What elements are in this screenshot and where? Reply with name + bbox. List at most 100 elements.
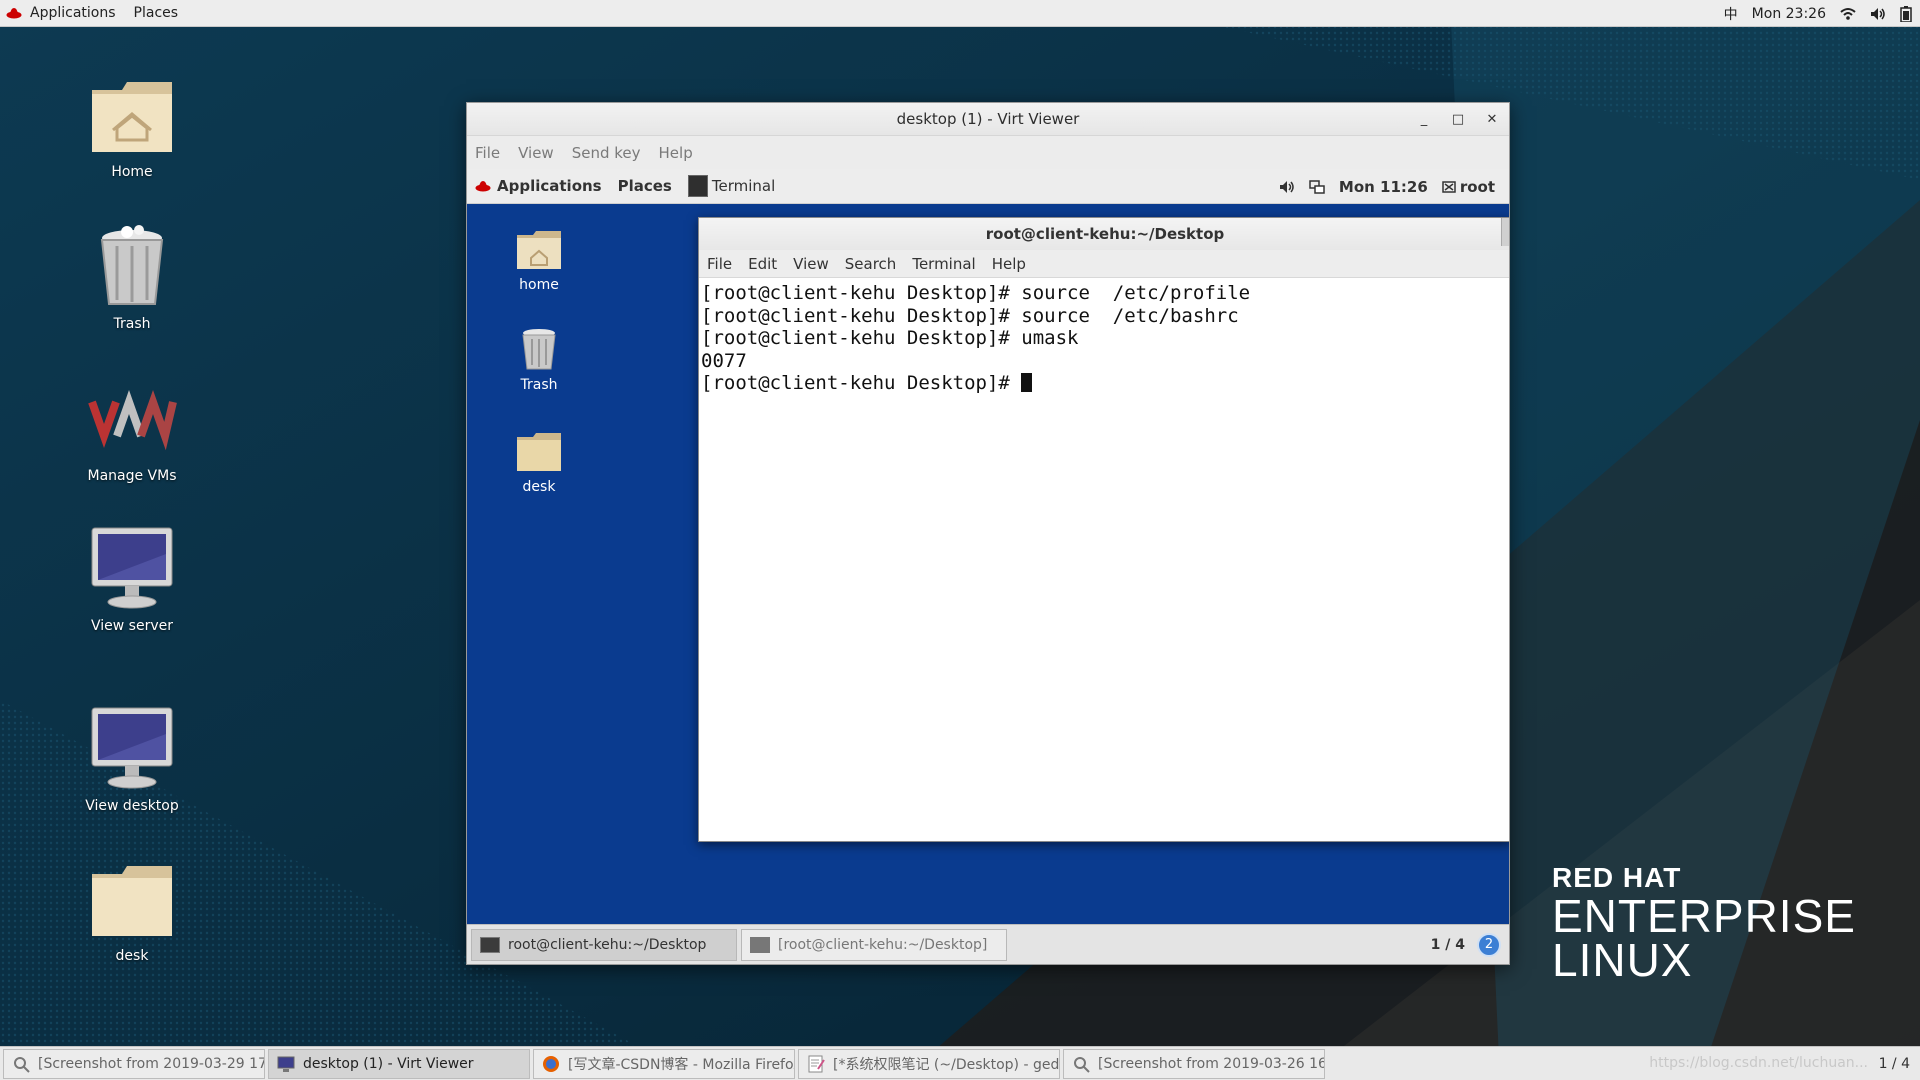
monitor-icon xyxy=(91,527,173,609)
desktop-icon-view-server[interactable]: View server xyxy=(67,524,197,634)
places-menu[interactable]: Places xyxy=(128,0,191,27)
notification-badge[interactable]: 2 xyxy=(1477,932,1501,957)
desktop-icon-label: View server xyxy=(91,618,173,634)
task-label: [*系统权限笔记 (~/Desktop) - gedit] xyxy=(833,1056,1060,1073)
guest-top-panel: Applications Places Terminal Mon 11:26 r… xyxy=(467,169,1509,204)
home-folder-icon xyxy=(92,82,172,152)
redhat-icon xyxy=(475,181,491,192)
task-virt-viewer[interactable]: desktop (1) - Virt Viewer xyxy=(268,1048,530,1079)
task-screenshot-2[interactable]: [Screenshot from 2019-03-26 16-... xyxy=(1063,1048,1325,1079)
terminal-menu-search[interactable]: Search xyxy=(845,255,897,273)
terminal-menu-file[interactable]: File xyxy=(707,255,732,273)
applications-menu[interactable]: Applications xyxy=(0,0,128,27)
trash-icon xyxy=(100,225,164,305)
guest-task-label: root@client-kehu:~/Desktop xyxy=(508,936,707,953)
terminal-titlebar[interactable]: root@client-kehu:~/Desktop xyxy=(699,218,1509,250)
desktop-icon-desk[interactable]: desk xyxy=(67,854,197,964)
guest-workspace-pager[interactable]: 1 / 4 xyxy=(1431,937,1465,953)
guest-screen[interactable]: Applications Places Terminal Mon 11:26 r… xyxy=(467,169,1509,964)
guest-task-terminal[interactable]: [root@client-kehu:~/Desktop] xyxy=(741,928,1007,961)
guest-icon-trash[interactable]: Trash xyxy=(489,325,589,393)
terminal-menu-view[interactable]: View xyxy=(793,255,829,273)
terminal-prompt-line[interactable]: [root@client-kehu Desktop]# xyxy=(701,372,1509,395)
home-folder-icon xyxy=(517,231,561,269)
brand-line-3: LINUX xyxy=(1552,934,1693,986)
terminal-icon xyxy=(750,936,770,953)
guest-user-menu[interactable]: root xyxy=(1442,178,1495,196)
guest-clock[interactable]: Mon 11:26 xyxy=(1339,178,1428,196)
guest-places-label: Places xyxy=(617,177,672,195)
guest-terminal-label: Terminal xyxy=(711,177,776,195)
monitor-icon xyxy=(91,707,173,789)
volume-icon[interactable] xyxy=(1279,180,1295,194)
terminal-line: [root@client-kehu Desktop]# source /etc/… xyxy=(701,304,1239,327)
task-screenshot-1[interactable]: [Screenshot from 2019-03-29 17-... xyxy=(3,1048,265,1079)
watermark-text: https://blog.csdn.net/luchuan... xyxy=(1649,1055,1868,1071)
menu-file[interactable]: File xyxy=(475,144,500,162)
window-title: desktop (1) - Virt Viewer xyxy=(896,110,1080,128)
guest-taskbar: root@client-kehu:~/Desktop [root@client-… xyxy=(467,924,1509,964)
guest-places-menu[interactable]: Places xyxy=(610,169,680,204)
battery-icon[interactable] xyxy=(1900,5,1912,22)
volume-icon[interactable] xyxy=(1870,7,1886,21)
guest-task-label: [root@client-kehu:~/Desktop] xyxy=(778,936,988,953)
top-clock[interactable]: Mon 23:26 xyxy=(1752,6,1826,22)
virt-viewer-window[interactable]: desktop (1) - Virt Viewer _ □ ✕ File Vie… xyxy=(466,102,1510,965)
task-label: desktop (1) - Virt Viewer xyxy=(303,1055,474,1072)
terminal-line: [root@client-kehu Desktop]# umask xyxy=(701,327,1079,349)
terminal-icon xyxy=(687,175,708,197)
virt-viewer-menubar: File View Send key Help xyxy=(467,136,1509,169)
monitor-icon xyxy=(277,1056,295,1072)
scrollbar[interactable] xyxy=(1501,218,1509,246)
close-icon[interactable]: ✕ xyxy=(1485,112,1499,127)
task-gedit[interactable]: [*系统权限笔记 (~/Desktop) - gedit] xyxy=(798,1048,1060,1079)
desktop-icon-label: View desktop xyxy=(85,798,179,814)
virt-viewer-titlebar[interactable]: desktop (1) - Virt Viewer _ □ ✕ xyxy=(467,103,1509,136)
menu-view[interactable]: View xyxy=(518,144,554,162)
terminal-menu-terminal[interactable]: Terminal xyxy=(912,255,975,273)
terminal-window[interactable]: root@client-kehu:~/Desktop File Edit Vie… xyxy=(698,217,1509,842)
menu-send-key[interactable]: Send key xyxy=(572,144,641,162)
guest-terminal-launcher[interactable]: Terminal xyxy=(680,169,783,204)
desktop-icon-view-desktop[interactable]: View desktop xyxy=(67,704,197,814)
screenshot-icon xyxy=(1074,1056,1090,1073)
desktop-icon-label: desk xyxy=(115,948,149,964)
input-method-indicator[interactable]: 中 xyxy=(1724,4,1738,24)
trash-icon xyxy=(522,329,556,370)
task-label: [写文章-CSDN博客 - Mozilla Firefox] xyxy=(568,1056,795,1073)
terminal-output[interactable]: [root@client-kehu Desktop]# source /etc/… xyxy=(699,278,1509,399)
desktop-icon-trash[interactable]: Trash xyxy=(67,222,197,332)
wifi-icon[interactable] xyxy=(1840,7,1856,21)
terminal-icon xyxy=(480,936,500,953)
text-editor-icon xyxy=(808,1055,825,1072)
guest-icon-label: Trash xyxy=(520,377,558,393)
desktop-icon-label: Trash xyxy=(113,316,151,332)
brand-line-2: ENTERPRISE xyxy=(1552,890,1856,942)
desktop-icon-label: Home xyxy=(111,164,153,180)
terminal-title: root@client-kehu:~/Desktop xyxy=(985,225,1225,243)
guest-applications-menu[interactable]: Applications xyxy=(467,169,610,204)
guest-task-terminal-active[interactable]: root@client-kehu:~/Desktop xyxy=(471,928,737,961)
menu-help[interactable]: Help xyxy=(659,144,693,162)
folder-icon xyxy=(517,433,561,471)
redhat-brand-logo: RED HAT ENTERPRISE LINUX xyxy=(1552,862,1856,986)
minimize-icon[interactable]: _ xyxy=(1417,112,1431,127)
guest-icon-label: desk xyxy=(522,479,556,495)
desktop-icon-home[interactable]: Home xyxy=(67,70,197,180)
terminal-menu-edit[interactable]: Edit xyxy=(748,255,777,273)
terminal-menu-help[interactable]: Help xyxy=(992,255,1026,273)
guest-icon-home[interactable]: home xyxy=(489,225,589,293)
task-firefox[interactable]: [写文章-CSDN博客 - Mozilla Firefox] xyxy=(533,1048,795,1079)
firefox-icon xyxy=(543,1055,559,1072)
workspace-pager[interactable]: 1 / 4 xyxy=(1879,1056,1910,1072)
desktop-icon-manage-vms[interactable]: Manage VMs xyxy=(67,374,197,484)
network-icon[interactable] xyxy=(1309,179,1325,194)
maximize-icon[interactable]: □ xyxy=(1451,112,1465,127)
user-icon xyxy=(1442,180,1456,193)
guest-applications-label: Applications xyxy=(497,177,602,195)
vm-logo-icon xyxy=(88,389,177,451)
bottom-taskbar: [Screenshot from 2019-03-29 17-... deskt… xyxy=(0,1046,1920,1080)
task-label: [Screenshot from 2019-03-29 17-... xyxy=(38,1055,265,1072)
places-label: Places xyxy=(133,5,179,21)
guest-icon-desk[interactable]: desk xyxy=(489,427,589,495)
